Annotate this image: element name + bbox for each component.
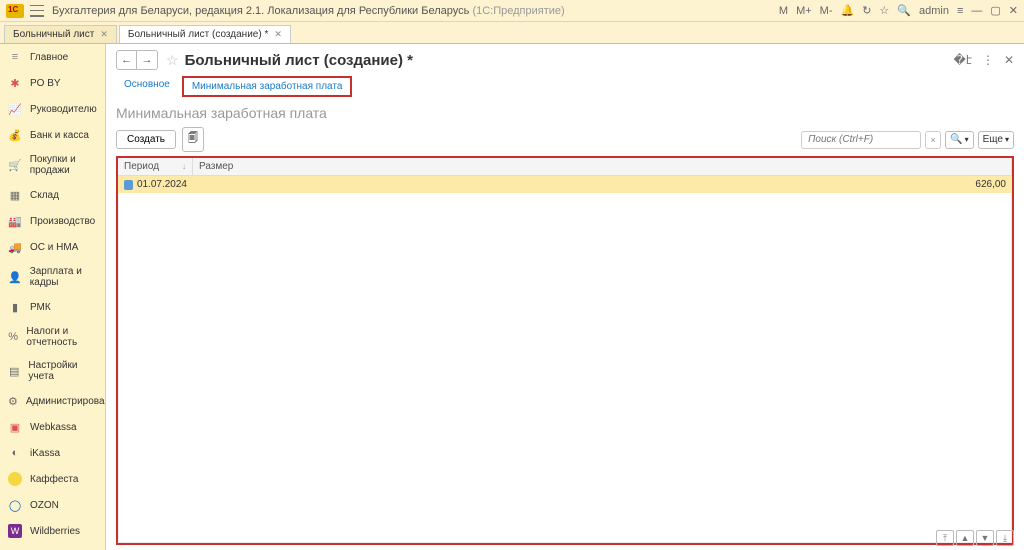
link-icon[interactable]: �է — [953, 53, 971, 67]
sidebar-item-admin[interactable]: ⚙Администрирование — [0, 388, 105, 414]
more-button[interactable]: Еще▾ — [978, 131, 1014, 149]
close-button[interactable]: ✕ — [1009, 4, 1018, 17]
table-row[interactable]: 01.07.2024 626,00 — [118, 176, 1012, 193]
scroll-up-button[interactable]: ▲ — [956, 530, 974, 546]
settings-icon[interactable]: ≡ — [957, 5, 963, 17]
close-icon[interactable]: ✕ — [274, 29, 282, 40]
search-icon[interactable]: 🔍 — [897, 4, 911, 17]
sidebar-item-assets[interactable]: 🚚ОС и НМА — [0, 234, 105, 260]
sidebar-item-bank[interactable]: 💰Банк и касса — [0, 122, 105, 148]
bell-icon[interactable]: 🔔 — [840, 4, 854, 17]
tab-sick-leave[interactable]: Больничный лист✕ — [4, 25, 117, 43]
copy-button[interactable]: 🗐 — [182, 127, 204, 152]
sidebar-item-webkassa[interactable]: ▣Webkassa — [0, 414, 105, 440]
sidebar-item-main[interactable]: ≡Главное — [0, 44, 105, 70]
app-logo — [6, 4, 24, 18]
sidebar-item-taxes[interactable]: %Налоги и отчетность — [0, 320, 105, 354]
sidebar-item-warehouse[interactable]: ▦Склад — [0, 182, 105, 208]
search-options-button[interactable]: 🔍▾ — [945, 131, 973, 149]
sidebar-item-kaffesta[interactable]: Каффеста — [0, 466, 105, 492]
row-size-value: 626,00 — [193, 176, 1012, 193]
create-button[interactable]: Создать — [116, 130, 176, 149]
sidebar-item-ikassa[interactable]: ◐iKassa — [0, 440, 105, 466]
row-status-icon — [124, 180, 133, 190]
sidebar-item-production[interactable]: 🏭Производство — [0, 208, 105, 234]
sidebar-item-sales[interactable]: 🛒Покупки и продажи — [0, 148, 105, 182]
column-header-size[interactable]: Размер — [193, 158, 1012, 175]
search-input[interactable] — [801, 131, 921, 149]
memory-m-button[interactable]: M — [779, 5, 788, 17]
sidebar-item-rmk[interactable]: ▮РМК — [0, 294, 105, 320]
memory-m-plus-button[interactable]: M+ — [796, 5, 812, 17]
scroll-bottom-button[interactable]: ⤓ — [996, 530, 1014, 546]
sidebar-item-wildberries[interactable]: WWildberries — [0, 518, 105, 544]
subtab-min-wage[interactable]: Минимальная заработная плата — [182, 76, 353, 97]
sidebar-item-salary[interactable]: 👤Зарплата и кадры — [0, 260, 105, 294]
more-icon[interactable]: ⋮ — [982, 53, 994, 67]
scroll-down-button[interactable]: ▼ — [976, 530, 994, 546]
scroll-top-button[interactable]: ⤒ — [936, 530, 954, 546]
section-title: Минимальная заработная плата — [116, 105, 1014, 121]
favorite-star-icon[interactable]: ☆ — [166, 52, 179, 69]
sidebar: ≡Главное ✱PO BY 📈Руководителю 💰Банк и ка… — [0, 44, 106, 550]
page-title: Больничный лист (создание) * — [185, 52, 413, 69]
back-button[interactable]: ← — [117, 51, 137, 69]
subtab-main[interactable]: Основное — [116, 76, 178, 97]
main-menu-icon[interactable] — [30, 5, 44, 17]
favorite-icon[interactable]: ☆ — [879, 4, 889, 17]
user-label: admin — [919, 5, 949, 17]
sidebar-item-poby[interactable]: ✱PO BY — [0, 70, 105, 96]
close-icon[interactable]: ✕ — [100, 29, 108, 40]
minimize-button[interactable]: — — [971, 5, 982, 17]
close-page-button[interactable]: ✕ — [1004, 53, 1014, 67]
clear-search-button[interactable]: × — [925, 131, 941, 149]
forward-button[interactable]: → — [137, 51, 157, 69]
column-header-period[interactable]: Период↓ — [118, 158, 193, 175]
nav-buttons: ← → — [116, 50, 158, 70]
row-period-value: 01.07.2024 — [137, 179, 187, 190]
memory-m-minus-button[interactable]: M- — [820, 5, 833, 17]
app-title: Бухгалтерия для Беларуси, редакция 2.1. … — [52, 5, 565, 17]
data-grid: Период↓ Размер 01.07.2024 626,00 — [116, 156, 1014, 545]
sidebar-item-settings[interactable]: ▤Настройки учета — [0, 354, 105, 388]
history-icon[interactable]: ↻ — [862, 4, 871, 17]
sidebar-item-ozon[interactable]: ◯OZON — [0, 492, 105, 518]
maximize-button[interactable]: ▢ — [990, 4, 1000, 17]
tab-sick-leave-create[interactable]: Больничный лист (создание) *✕ — [119, 25, 291, 43]
grid-empty-area — [118, 193, 1012, 543]
sidebar-item-manager[interactable]: 📈Руководителю — [0, 96, 105, 122]
